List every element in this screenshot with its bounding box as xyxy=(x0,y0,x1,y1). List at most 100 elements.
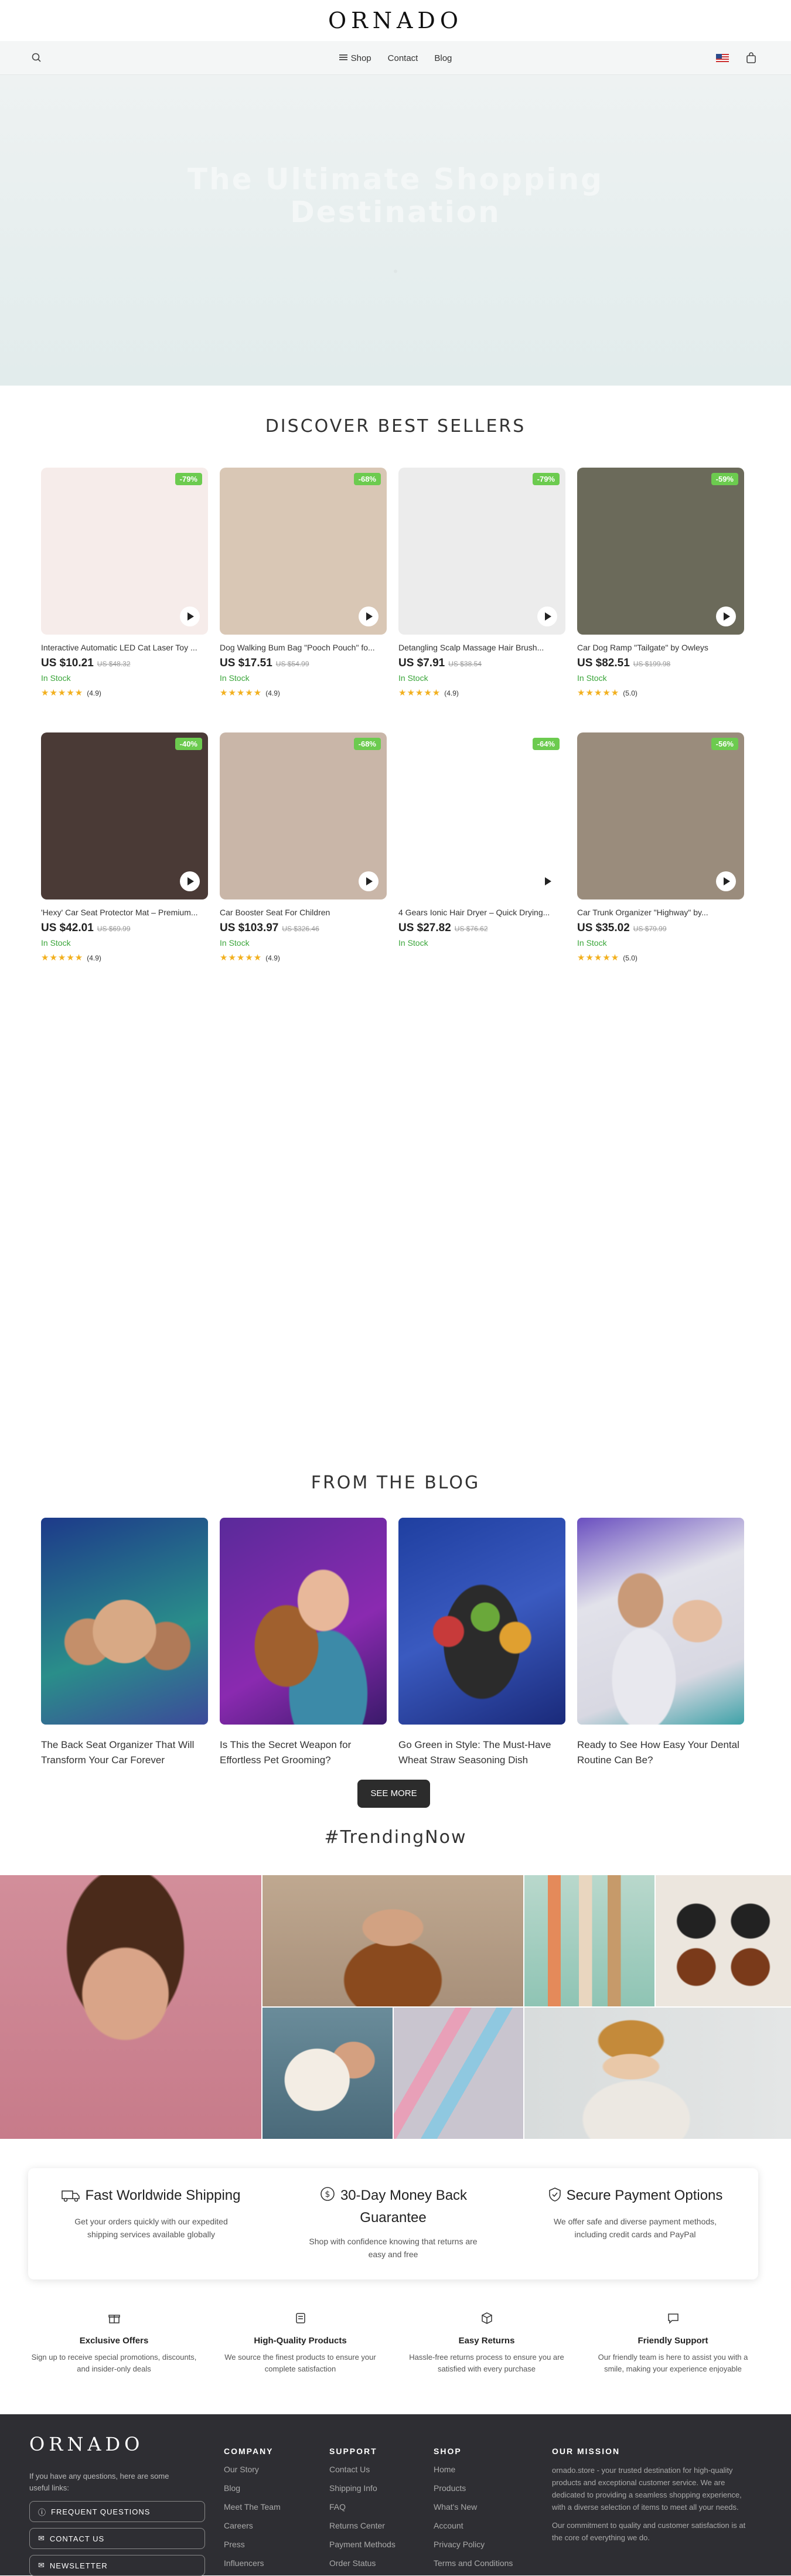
trending-image[interactable] xyxy=(262,2008,393,2139)
cart-icon[interactable] xyxy=(745,52,757,64)
rating-value: (5.0) xyxy=(623,954,637,962)
play-video-icon[interactable] xyxy=(180,871,200,891)
trending-image[interactable] xyxy=(524,2008,791,2139)
mission-commitment: Our commitment to quality and customer s… xyxy=(552,2521,746,2542)
footer-intro: If you have any questions, here are some… xyxy=(29,2472,169,2492)
play-video-icon[interactable] xyxy=(537,871,557,891)
product-title[interactable]: Car Dog Ramp "Tailgate" by Owleys xyxy=(577,643,744,652)
footer-link[interactable]: What's New xyxy=(434,2502,513,2512)
stock-status: In Stock xyxy=(220,938,250,948)
footer-link[interactable]: Products xyxy=(434,2483,513,2493)
trending-image[interactable] xyxy=(394,2008,523,2139)
product-image[interactable]: -68% xyxy=(220,468,387,635)
rating-value: (4.9) xyxy=(265,954,280,962)
trending-image[interactable] xyxy=(656,1875,791,2006)
footer-link[interactable]: Terms and Conditions xyxy=(434,2558,513,2568)
trending-image[interactable] xyxy=(262,1875,523,2006)
product-title[interactable]: Car Booster Seat For Children xyxy=(220,908,387,917)
nav-shop[interactable]: Shop xyxy=(339,53,371,63)
product-image[interactable]: -40% xyxy=(41,732,208,899)
bell-icon: ✉ xyxy=(38,2561,45,2570)
trending-image[interactable] xyxy=(0,1875,261,2139)
footer-link[interactable]: Shipping Info xyxy=(329,2483,396,2493)
blog-post-title[interactable]: Go Green in Style: The Must-Have Wheat S… xyxy=(398,1737,565,1768)
discount-badge: -79% xyxy=(175,473,202,485)
hero-dot xyxy=(394,270,397,273)
newsletter-button[interactable]: ✉ NEWSLETTER xyxy=(29,2555,205,2576)
faq-button[interactable]: ⓘ FREQUENT QUESTIONS xyxy=(29,2501,205,2522)
footer-link[interactable]: Home xyxy=(434,2464,513,2475)
play-video-icon[interactable] xyxy=(180,606,200,626)
product-title[interactable]: Car Trunk Organizer "Highway" by... xyxy=(577,908,744,917)
product-image[interactable]: -64% xyxy=(398,732,565,899)
product-price: US $7.91 xyxy=(398,657,445,669)
product-card[interactable]: -64% 4 Gears Ionic Hair Dryer – Quick Dry… xyxy=(398,732,565,962)
product-title[interactable]: Detangling Scalp Massage Hair Brush... xyxy=(398,643,565,652)
product-image[interactable]: -68% xyxy=(220,732,387,899)
blog-card[interactable]: The Back Seat Organizer That Will Transf… xyxy=(41,1518,208,1768)
contact-us-button[interactable]: ✉ CONTACT US xyxy=(29,2528,205,2549)
footer-link[interactable]: Privacy Policy xyxy=(434,2539,513,2550)
product-card[interactable]: -56% Car Trunk Organizer "Highway" by... U… xyxy=(577,732,744,963)
footer-buttons: ⓘ FREQUENT QUESTIONS ✉ CONTACT US ✉ NEWSLET… xyxy=(29,2495,205,2576)
product-image[interactable]: -79% xyxy=(41,468,208,635)
play-video-icon[interactable] xyxy=(716,871,736,891)
footer-link[interactable]: Blog xyxy=(224,2483,281,2493)
product-card[interactable]: -59% Car Dog Ramp "Tailgate" by Owleys US … xyxy=(577,468,744,698)
product-title[interactable]: 4 Gears Ionic Hair Dryer – Quick Drying.… xyxy=(398,908,565,917)
product-price: US $42.01 xyxy=(41,922,94,934)
footer-link[interactable]: Contact Us xyxy=(329,2464,396,2475)
rating-row: ★★★★★ (4.9) xyxy=(220,687,387,698)
footer-link[interactable]: Meet The Team xyxy=(224,2502,281,2512)
blog-card[interactable]: Is This the Secret Weapon for Effortless… xyxy=(220,1518,387,1768)
play-video-icon[interactable] xyxy=(359,871,379,891)
play-video-icon[interactable] xyxy=(537,606,557,626)
product-card[interactable]: -40% 'Hexy' Car Seat Protector Mat – Prem… xyxy=(41,732,208,963)
footer-link[interactable]: Returns Center xyxy=(329,2520,396,2531)
footer-link[interactable]: Account xyxy=(434,2520,513,2531)
nav-contact[interactable]: Contact xyxy=(388,53,418,63)
product-title[interactable]: 'Hexy' Car Seat Protector Mat – Premium.… xyxy=(41,908,208,917)
footer-link[interactable]: Payment Methods xyxy=(329,2539,396,2550)
product-title[interactable]: Interactive Automatic LED Cat Laser Toy … xyxy=(41,643,208,652)
product-price-row: US $42.01 US $69.99 xyxy=(41,922,208,935)
us-flag-icon[interactable] xyxy=(716,54,729,62)
blog-post-title[interactable]: Ready to See How Easy Your Dental Routin… xyxy=(577,1737,744,1768)
stock-status: In Stock xyxy=(398,673,428,683)
site-logo[interactable]: ORNADO xyxy=(0,0,791,41)
product-card[interactable]: -68% Dog Walking Bum Bag "Pooch Pouch" fo… xyxy=(220,468,387,698)
product-card[interactable]: -68% Car Booster Seat For Children US $103… xyxy=(220,732,387,963)
feature-title: Fast Worldwide Shipping xyxy=(85,2187,241,2203)
rating-stars: ★★★★★ xyxy=(220,953,262,963)
footer-link[interactable]: Careers xyxy=(224,2520,281,2531)
footer-link[interactable]: Press xyxy=(224,2539,281,2550)
footer-link[interactable]: Order Status xyxy=(329,2558,396,2568)
product-card[interactable]: -79% Detangling Scalp Massage Hair Brush.… xyxy=(398,468,565,698)
blog-post-title[interactable]: Is This the Secret Weapon for Effortless… xyxy=(220,1737,387,1768)
why-item: Easy Returns Hassle-free returns process… xyxy=(403,2312,570,2375)
feature-shipping: Fast Worldwide Shipping Get your orders … xyxy=(52,2186,251,2241)
dollar-icon: $ xyxy=(319,2186,336,2208)
box-icon xyxy=(480,2312,493,2328)
footer-logo[interactable]: ORNADO xyxy=(29,2433,144,2455)
footer-link[interactable]: Our Story xyxy=(224,2464,281,2475)
footer-link[interactable]: FAQ xyxy=(329,2502,396,2512)
nav-blog[interactable]: Blog xyxy=(434,53,452,63)
blog-card[interactable]: Ready to See How Easy Your Dental Routin… xyxy=(577,1518,744,1768)
play-video-icon[interactable] xyxy=(716,606,736,626)
trending-image[interactable] xyxy=(524,1875,654,2006)
why-text: Our friendly team is here to assist you … xyxy=(598,2353,748,2373)
see-more-button[interactable]: SEE MORE xyxy=(357,1780,430,1808)
product-price: US $10.21 xyxy=(41,657,94,669)
product-card[interactable]: -79% Interactive Automatic LED Cat Laser … xyxy=(41,468,208,698)
blog-post-title[interactable]: The Back Seat Organizer That Will Transf… xyxy=(41,1737,208,1768)
why-text: Sign up to receive special promotions, d… xyxy=(31,2353,197,2373)
product-title[interactable]: Dog Walking Bum Bag "Pooch Pouch" fo... xyxy=(220,643,387,652)
play-video-icon[interactable] xyxy=(359,606,379,626)
product-image[interactable]: -59% xyxy=(577,468,744,635)
footer-link[interactable]: Influencers xyxy=(224,2558,281,2568)
product-image[interactable]: -79% xyxy=(398,468,565,635)
blog-card[interactable]: Go Green in Style: The Must-Have Wheat S… xyxy=(398,1518,565,1768)
product-image[interactable]: -56% xyxy=(577,732,744,899)
blog-title: FROM THE BLOG xyxy=(311,1473,480,1493)
